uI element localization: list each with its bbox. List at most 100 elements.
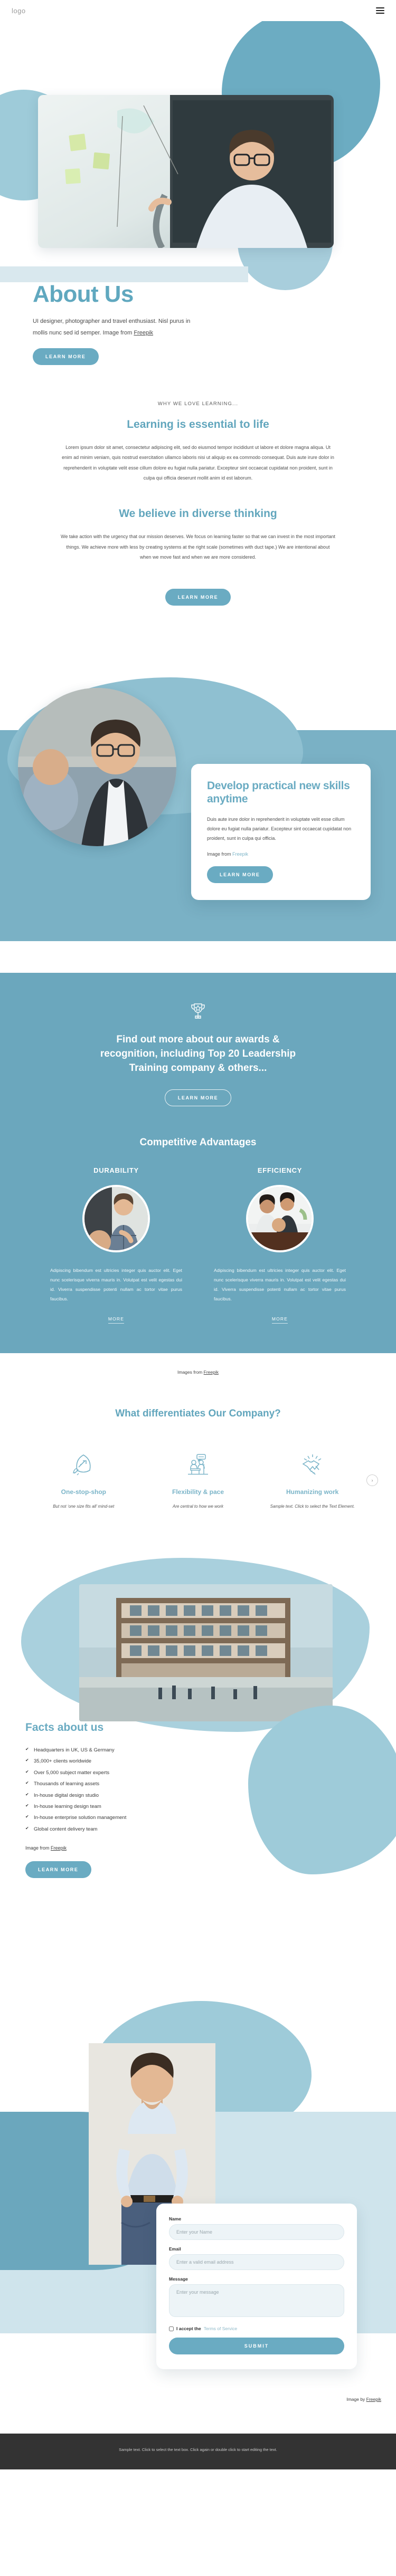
advantage-more-link[interactable]: MORE	[271, 1316, 288, 1324]
list-item: Over 5,000 subject matter experts	[25, 1767, 226, 1778]
differentiator-name: Humanizing work	[286, 1488, 339, 1496]
contact-credit-prefix: Image by	[346, 2397, 366, 2402]
differentiates-section: What differentiates Our Company? One-sto…	[0, 1376, 396, 1548]
desk-chat-icon	[152, 1449, 245, 1480]
learning-title: Learning is essential to life	[127, 418, 269, 430]
hero-subtitle: UI designer, photographer and travel ent…	[33, 315, 202, 339]
site-footer: Sample text. Click to select the text bo…	[0, 2434, 396, 2470]
facts-blob-right	[248, 1706, 396, 1875]
list-item: Global content delivery team	[25, 1824, 226, 1835]
list-item: In-house digital design studio	[25, 1790, 226, 1801]
list-item: In-house enterprise solution management	[25, 1812, 226, 1823]
advantage-column-durability: DURABILITY Adipiscing bibendum est ultri…	[50, 1166, 182, 1324]
terms-acceptance: I accept the Terms of Service	[169, 2326, 344, 2331]
differentiator-desc: Are central to how we work	[172, 1504, 224, 1509]
hero-band	[0, 266, 248, 282]
differentiator-name: One-stop-shop	[61, 1488, 106, 1496]
skills-learn-more-button[interactable]: LEARN MORE	[207, 866, 273, 883]
learning-section: WHY WE LOVE LEARNING... Learning is esse…	[0, 369, 396, 625]
hero-subtitle-text: UI designer, photographer and travel ent…	[33, 318, 191, 336]
email-field-group: Email	[169, 2246, 344, 2271]
list-item: In-house learning design team	[25, 1801, 226, 1812]
advantage-more-link[interactable]: MORE	[108, 1316, 125, 1324]
advantage-text: Adipiscing bibendum est ultricies intege…	[214, 1268, 346, 1301]
advantages-section: Competitive Advantages DURABILITY Adipis…	[0, 1132, 396, 1353]
facts-credit-link[interactable]: Freepik	[51, 1845, 67, 1851]
name-input[interactable]	[169, 2224, 344, 2240]
skills-credit-prefix: Image from	[207, 851, 233, 857]
advantages-credit-link[interactable]: Freepik	[204, 1370, 219, 1375]
facts-credit: Image from Freepik	[25, 1845, 226, 1851]
footer-text: Sample text. Click to select the text bo…	[119, 2447, 277, 2453]
facts-photo	[79, 1584, 333, 1722]
contact-credit: Image by Freepik	[346, 2397, 381, 2402]
facts-list: Headquarters in UK, US & Germany 35,000+…	[25, 1745, 226, 1835]
hero-section: About Us UI designer, photographer and t…	[0, 21, 396, 369]
facts-learn-more-button[interactable]: LEARN MORE	[25, 1861, 91, 1879]
rocket-icon	[37, 1449, 130, 1480]
diverse-thinking-body: We take action with the urgency that our…	[61, 534, 335, 560]
differentiator-humanizing-work: Humanizing work Sample text. Click to se…	[266, 1449, 359, 1510]
differentiator-desc: But not ‘one size fits all’ mind-set	[53, 1504, 115, 1509]
differentiator-name: Flexibility & pace	[172, 1488, 224, 1496]
hero-photo	[38, 95, 334, 248]
hero-copy: About Us UI designer, photographer and t…	[33, 282, 223, 365]
message-label: Message	[169, 2276, 188, 2282]
advantage-text: Adipiscing bibendum est ultricies intege…	[50, 1268, 182, 1301]
advantages-credit: Images from Freepik	[0, 1353, 396, 1376]
differentiator-desc: Sample text. Click to select the Text El…	[270, 1504, 355, 1509]
email-label: Email	[169, 2246, 181, 2252]
advantage-photo-efficiency	[246, 1185, 314, 1253]
submit-button[interactable]: SUBMIT	[169, 2338, 344, 2355]
facts-section: Facts about us Headquarters in UK, US & …	[0, 1547, 396, 1980]
message-input[interactable]	[169, 2284, 344, 2318]
name-field-group: Name	[169, 2216, 344, 2240]
contact-credit-link[interactable]: Freepik	[366, 2397, 381, 2402]
awards-title: Find out more about our awards & recogni…	[100, 1034, 296, 1074]
awards-section: Find out more about our awards & recogni…	[0, 973, 396, 1132]
differentiator-flexibility-pace: Flexibility & pace Are central to how we…	[152, 1449, 245, 1510]
landing-page: logo About Us UI designer, photographer …	[0, 0, 396, 2470]
list-item: Thousands of learning assets	[25, 1778, 226, 1789]
contact-section: Name Email Message I accept the Terms of…	[0, 1980, 396, 2434]
learning-learn-more-button[interactable]: LEARN MORE	[165, 589, 231, 606]
site-header: logo	[0, 0, 396, 21]
contact-form: Name Email Message I accept the Terms of…	[156, 2204, 357, 2370]
email-input[interactable]	[169, 2254, 344, 2271]
differentiates-title: What differentiates Our Company?	[115, 1407, 281, 1419]
advantages-title: Competitive Advantages	[139, 1137, 257, 1148]
facts-credit-prefix: Image from	[25, 1845, 51, 1851]
message-field-group: Message	[169, 2276, 344, 2320]
terms-of-service-link[interactable]: Terms of Service	[204, 2326, 237, 2331]
hero-learn-more-button[interactable]: LEARN MORE	[33, 348, 99, 365]
skills-card-title: Develop practical new skills anytime	[207, 780, 350, 806]
carousel-next-button[interactable]: ›	[366, 1474, 378, 1486]
list-item: 35,000+ clients worldwide	[25, 1756, 226, 1767]
learning-eyebrow: WHY WE LOVE LEARNING...	[157, 401, 239, 407]
learning-body: Lorem ipsum dolor sit amet, consectetur …	[62, 445, 334, 481]
hero-credit-link[interactable]: Freepik	[134, 330, 153, 336]
trophy-icon	[191, 1003, 205, 1019]
advantages-credit-prefix: Images from	[177, 1369, 204, 1375]
facts-copy: Facts about us Headquarters in UK, US & …	[25, 1721, 226, 1879]
name-label: Name	[169, 2216, 182, 2222]
diverse-thinking-title: We believe in diverse thinking	[119, 507, 277, 520]
advantage-label: DURABILITY	[93, 1166, 139, 1175]
list-item: Headquarters in UK, US & Germany	[25, 1745, 226, 1756]
skills-card: Develop practical new skills anytime Dui…	[191, 764, 371, 900]
differentiator-one-stop-shop: One-stop-shop But not ‘one size fits all…	[37, 1449, 130, 1510]
skills-credit-link[interactable]: Freepik	[232, 851, 248, 857]
skills-card-body: Duis aute irure dolor in reprehenderit i…	[207, 816, 352, 841]
advantage-label: EFFICIENCY	[257, 1166, 303, 1175]
advantage-column-efficiency: EFFICIENCY Adipiscing bibendum est ultri…	[214, 1166, 346, 1324]
handshake-icon	[266, 1449, 359, 1480]
advantages-columns: DURABILITY Adipiscing bibendum est ultri…	[0, 1166, 396, 1324]
terms-checkbox[interactable]	[169, 2326, 174, 2331]
hamburger-icon[interactable]	[376, 7, 384, 14]
skills-photo	[18, 688, 176, 847]
skills-card-credit: Image from Freepik	[207, 851, 355, 857]
differentiates-row: One-stop-shop But not ‘one size fits all…	[21, 1449, 378, 1510]
terms-label: I accept the	[176, 2326, 201, 2332]
awards-learn-more-button[interactable]: LEARN MORE	[164, 1089, 232, 1107]
logo[interactable]: logo	[12, 7, 26, 15]
